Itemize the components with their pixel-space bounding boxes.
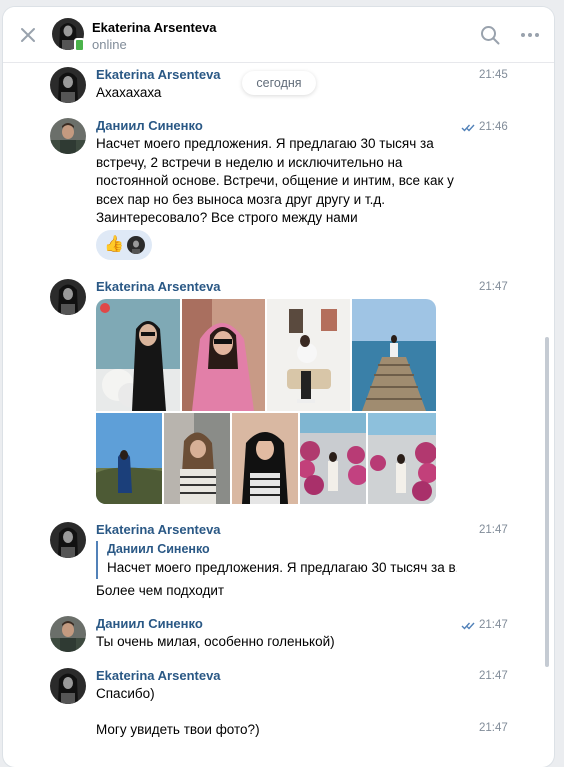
message-author[interactable]: Даниил Синенко xyxy=(96,118,203,133)
photo-gallery xyxy=(96,299,436,504)
thumbs-up-icon: 👍 xyxy=(104,236,124,253)
more-horizontal-icon[interactable] xyxy=(520,32,540,38)
reply-quote[interactable]: Даниил Синенко Насчет моего предложения.… xyxy=(96,541,458,579)
message-text: Более чем подходит xyxy=(96,583,225,598)
message-author[interactable]: Ekaterina Arsenteva xyxy=(96,279,221,294)
message-text: Ахахахаха xyxy=(96,85,162,100)
message-author[interactable]: Ekaterina Arsenteva xyxy=(96,67,221,82)
message-text: Насчет моего предложения. Я предлагаю 30… xyxy=(96,135,454,228)
message-time: 21:46 xyxy=(479,121,508,133)
avatar[interactable] xyxy=(50,522,86,558)
double-check-icon xyxy=(461,622,475,630)
message-time: 21:47 xyxy=(479,722,508,734)
chat-title[interactable]: Ekaterina Arsenteva xyxy=(92,20,217,35)
chat-header: Ekaterina Arsenteva online xyxy=(3,7,554,63)
avatar[interactable] xyxy=(50,616,86,652)
scrollbar[interactable] xyxy=(545,337,549,667)
message-time: 21:47 xyxy=(479,619,508,631)
avatar[interactable] xyxy=(50,118,86,154)
chat-status: online xyxy=(92,37,127,52)
photo-thumbnail[interactable] xyxy=(300,413,366,504)
message-author[interactable]: Ekaterina Arsenteva xyxy=(96,668,221,683)
photo-thumbnail[interactable] xyxy=(164,413,230,504)
message-line: Заинтересовало? Все строго между нами xyxy=(96,210,358,225)
reply-text: Насчет моего предложения. Я предлагаю 30… xyxy=(107,560,457,575)
photo-thumbnail[interactable] xyxy=(96,299,180,411)
message-text: Могу увидеть твои фото?) xyxy=(96,722,260,737)
avatar[interactable] xyxy=(50,67,86,103)
photo-thumbnail[interactable] xyxy=(352,299,436,411)
message-text: Ты очень милая, особенно голенькой) xyxy=(96,634,335,649)
photo-thumbnail[interactable] xyxy=(232,413,298,504)
message-time: 21:47 xyxy=(479,670,508,682)
message-line: всех пар но без выноса мозга друг другу … xyxy=(96,191,385,207)
reply-author: Даниил Синенко xyxy=(107,542,210,556)
double-check-icon xyxy=(461,124,475,132)
message-line: постоянной основе. Встречи, общение и ин… xyxy=(96,173,454,188)
message-line: встречу, 2 встречи в неделю и исключител… xyxy=(96,154,403,170)
online-indicator-icon xyxy=(74,38,85,52)
message-text: Спасибо) xyxy=(96,686,155,701)
message-author[interactable]: Ekaterina Arsenteva xyxy=(96,522,221,537)
search-icon[interactable] xyxy=(480,25,500,45)
message-time: 21:47 xyxy=(479,524,508,536)
photo-thumbnail[interactable] xyxy=(96,413,162,504)
message-time: 21:47 xyxy=(479,281,508,293)
message-line: Насчет моего предложения. Я предлагаю 30… xyxy=(96,136,434,151)
avatar[interactable] xyxy=(50,279,86,315)
chat-window: Ekaterina Arsenteva online сегодня Ekate… xyxy=(3,7,554,767)
photo-thumbnail[interactable] xyxy=(267,299,350,411)
photo-thumbnail[interactable] xyxy=(368,413,436,504)
reactor-avatar xyxy=(127,236,145,254)
close-icon[interactable] xyxy=(20,27,36,43)
message-author[interactable]: Даниил Синенко xyxy=(96,616,203,631)
reaction-badge[interactable]: 👍 xyxy=(96,230,152,260)
message-time: 21:45 xyxy=(479,69,508,81)
avatar[interactable] xyxy=(50,668,86,704)
photo-thumbnail[interactable] xyxy=(182,299,265,411)
date-divider: сегодня xyxy=(242,71,316,95)
